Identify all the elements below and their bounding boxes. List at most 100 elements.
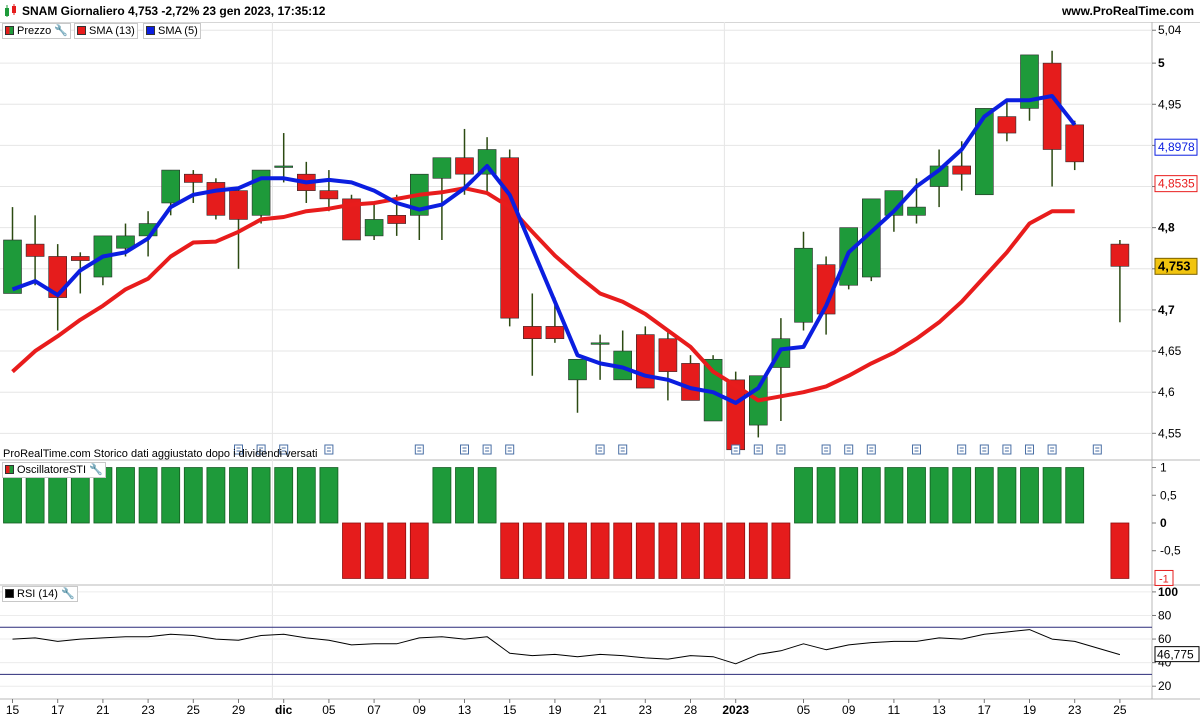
legend-sma5[interactable]: SMA (5) [143, 23, 201, 39]
osc-bar [342, 522, 361, 579]
x-tick-label: 15 [6, 703, 20, 717]
data-footnote: ProRealTime.com Storico dati aggiustato … [3, 448, 318, 460]
x-tick-label: 09 [413, 703, 427, 717]
x-tick-label: 07 [367, 703, 381, 717]
rsi-y-tick-label: 20 [1158, 679, 1172, 693]
x-tick-label: 05 [322, 703, 336, 717]
candle-body [500, 157, 520, 319]
candle-body [522, 326, 542, 340]
price-tag-label: 4,8978 [1158, 140, 1195, 154]
osc-bar [974, 467, 994, 524]
osc-bar [658, 522, 678, 579]
wrench-icon[interactable]: 🔧 [61, 587, 75, 601]
document-icon [866, 444, 876, 455]
document-icon-body [776, 444, 786, 455]
document-icon-body [460, 444, 469, 455]
candle [1020, 54, 1039, 121]
rsi-y-tick-label: 60 [1158, 632, 1172, 646]
candle [1065, 120, 1084, 171]
document-icon [414, 444, 424, 455]
document-icon [618, 444, 628, 455]
document-icon-body [1002, 444, 1012, 455]
osc-y-tick-label: 0,5 [1160, 488, 1177, 502]
document-icon [731, 444, 741, 455]
legend-rsi[interactable]: RSI (14) 🔧 [2, 586, 78, 602]
price-y-tick-label: 4,55 [1158, 426, 1182, 440]
document-icon-body [1047, 444, 1057, 455]
candle [500, 149, 520, 327]
candle [319, 170, 339, 212]
document-icon [912, 444, 921, 455]
osc-swatch-icon [5, 465, 14, 474]
osc-bar [1020, 467, 1039, 524]
osc-y-tick-label: -0,5 [1160, 544, 1181, 558]
osc-bar [771, 522, 791, 579]
osc-bar [545, 522, 565, 579]
candle [613, 330, 633, 381]
legend-oscillator[interactable]: OscillatoreSTI 🔧 [2, 462, 106, 478]
sma5-swatch-icon [146, 26, 155, 35]
osc-bar [319, 467, 339, 524]
osc-bar [839, 467, 859, 524]
price-y-tick-label: 4,6 [1158, 385, 1175, 399]
document-icon [324, 444, 334, 455]
candle [342, 194, 361, 241]
document-icon-body [324, 444, 334, 455]
legend-price-label: Prezzo [17, 25, 52, 37]
document-icon [1047, 444, 1057, 455]
candle [568, 358, 587, 413]
x-tick-label: 19 [1023, 703, 1037, 717]
osc-bar [138, 467, 158, 524]
document-icon [595, 444, 605, 455]
document-icon-body [482, 444, 492, 455]
candle [974, 108, 994, 196]
document-icon-body [505, 444, 515, 455]
legend-sma13[interactable]: SMA (13) [74, 23, 138, 39]
x-tick-label: 17 [978, 703, 992, 717]
price-tag-label: 4,8535 [1158, 177, 1195, 191]
osc-bar [522, 522, 542, 579]
price-y-tick-label: 4,8 [1158, 221, 1175, 235]
osc-bar [229, 467, 248, 524]
candle-body [635, 334, 655, 389]
osc-bar [206, 467, 226, 524]
candle [522, 293, 542, 376]
candle-body [71, 256, 90, 261]
osc-bar [590, 522, 610, 579]
document-icon [1002, 444, 1012, 455]
osc-last-tag-label: -1 [1159, 573, 1169, 585]
candle-body [681, 363, 700, 401]
candle-body [974, 108, 994, 196]
osc-bar [726, 522, 746, 579]
price-tag: 4,753 [1154, 257, 1198, 275]
x-tick-label: 25 [1113, 703, 1127, 717]
candle [25, 215, 45, 286]
osc-bar [409, 522, 429, 579]
x-tick-label: 15 [503, 703, 517, 717]
wrench-icon[interactable]: 🔧 [89, 463, 103, 477]
candle-body [432, 157, 452, 179]
osc-bar [387, 522, 407, 579]
price-y-tick-label: 4,7 [1158, 303, 1175, 317]
osc-bar [681, 522, 700, 579]
candle [1042, 50, 1062, 187]
osc-bar [929, 467, 949, 524]
candle-body [907, 206, 926, 216]
wrench-icon[interactable]: 🔧 [54, 24, 68, 38]
x-tick-label: 28 [684, 703, 698, 717]
osc-bar [432, 467, 452, 524]
osc-bar [455, 467, 474, 524]
document-icon-body [731, 444, 741, 455]
x-tick-label: 29 [232, 703, 246, 717]
document-icon-body [844, 444, 854, 455]
osc-bar [703, 522, 723, 579]
legend-price[interactable]: Prezzo 🔧 [2, 23, 71, 39]
rsi-y-tick-label: 80 [1158, 608, 1172, 622]
candle-body [319, 190, 339, 200]
candle [138, 211, 158, 257]
candle-body [229, 190, 248, 220]
osc-bar [161, 467, 181, 524]
osc-bar [274, 467, 294, 524]
osc-bar [568, 522, 587, 579]
rsi-last-tag: 46,775 [1154, 646, 1200, 663]
